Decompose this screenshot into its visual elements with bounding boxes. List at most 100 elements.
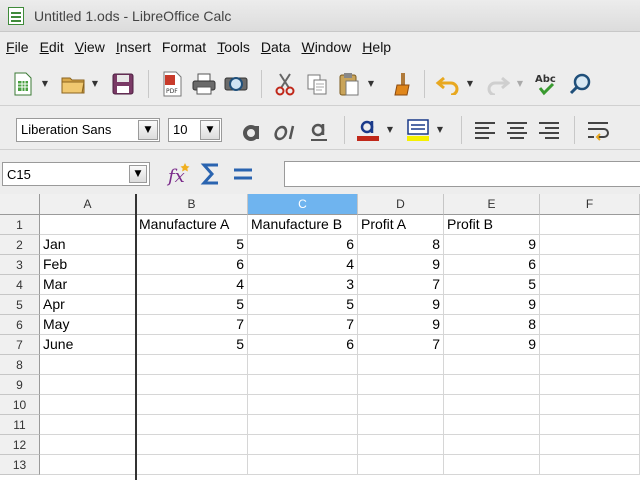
row-header-6[interactable]: 6 [0,315,40,335]
cell-b12[interactable] [136,435,248,455]
highlighting-button[interactable] [403,115,433,145]
cell-f1[interactable] [540,215,640,235]
cell-c13[interactable] [248,455,358,475]
cut-button[interactable] [270,69,300,99]
cell-f4[interactable] [540,275,640,295]
cell-a10[interactable] [40,395,136,415]
cell-c6[interactable]: 7 [248,315,358,335]
cell-e1[interactable]: Profit B [444,215,540,235]
export-pdf-button[interactable]: PDF [157,69,187,99]
row-header-4[interactable]: 4 [0,275,40,295]
cell-c7[interactable]: 6 [248,335,358,355]
align-left-button[interactable] [470,115,500,145]
cell-f7[interactable] [540,335,640,355]
menu-file[interactable]: File [6,39,29,55]
cell-d13[interactable] [358,455,444,475]
cell-f12[interactable] [540,435,640,455]
chevron-down-icon[interactable]: ▼ [138,119,158,140]
cell-e7[interactable]: 9 [444,335,540,355]
cell-a13[interactable] [40,455,136,475]
cell-e5[interactable]: 9 [444,295,540,315]
row-header-8[interactable]: 8 [0,355,40,375]
cell-c5[interactable]: 5 [248,295,358,315]
find-replace-button[interactable] [565,69,595,99]
cell-c4[interactable]: 3 [248,275,358,295]
cell-f3[interactable] [540,255,640,275]
menu-insert[interactable]: Insert [116,39,151,55]
wrap-text-button[interactable] [583,115,613,145]
cell-c10[interactable] [248,395,358,415]
cell-e8[interactable] [444,355,540,375]
redo-button[interactable] [483,69,513,99]
cell-e2[interactable]: 9 [444,235,540,255]
cell-b10[interactable] [136,395,248,415]
formula-button[interactable] [228,159,258,189]
italic-button[interactable] [268,115,302,145]
sum-button[interactable] [196,159,226,189]
undo-button[interactable] [433,69,463,99]
row-header-5[interactable]: 5 [0,295,40,315]
cell-e6[interactable]: 8 [444,315,540,335]
column-header-f[interactable]: F [540,194,640,215]
cell-e4[interactable]: 5 [444,275,540,295]
font-color-button[interactable] [353,115,383,145]
cell-c3[interactable]: 4 [248,255,358,275]
row-header-10[interactable]: 10 [0,395,40,415]
cell-a12[interactable] [40,435,136,455]
row-header-1[interactable]: 1 [0,215,40,235]
cell-f6[interactable] [540,315,640,335]
chevron-down-icon[interactable]: ▼ [200,119,220,140]
row-header-2[interactable]: 2 [0,235,40,255]
cell-c1[interactable]: Manufacture B [248,215,358,235]
cell-d11[interactable] [358,415,444,435]
select-all-corner[interactable] [0,194,40,215]
cell-a3[interactable]: Feb [40,255,136,275]
highlighting-dropdown-arrow[interactable]: ▼ [435,115,445,145]
paste-button[interactable] [334,69,364,99]
new-dropdown-arrow[interactable]: ▼ [40,69,50,99]
column-header-c[interactable]: C [248,194,358,215]
cell-a2[interactable]: Jan [40,235,136,255]
column-header-a[interactable]: A [40,194,136,215]
clone-formatting-button[interactable] [384,69,414,99]
chevron-down-icon[interactable]: ▼ [129,165,147,183]
cell-c8[interactable] [248,355,358,375]
bold-button[interactable] [234,115,268,145]
cell-d2[interactable]: 8 [358,235,444,255]
cell-d1[interactable]: Profit A [358,215,444,235]
cell-e3[interactable]: 6 [444,255,540,275]
column-header-b[interactable]: B [136,194,248,215]
cell-b8[interactable] [136,355,248,375]
redo-dropdown-arrow[interactable]: ▼ [515,69,525,99]
cell-b3[interactable]: 6 [136,255,248,275]
cell-a6[interactable]: May [40,315,136,335]
cell-a8[interactable] [40,355,136,375]
menu-help[interactable]: Help [362,39,391,55]
cell-d4[interactable]: 7 [358,275,444,295]
cell-f2[interactable] [540,235,640,255]
cell-f10[interactable] [540,395,640,415]
cell-e12[interactable] [444,435,540,455]
menu-window[interactable]: Window [301,39,351,55]
cell-b6[interactable]: 7 [136,315,248,335]
cell-c11[interactable] [248,415,358,435]
print-preview-button[interactable] [221,69,251,99]
row-header-9[interactable]: 9 [0,375,40,395]
cell-e13[interactable] [444,455,540,475]
align-right-button[interactable] [534,115,564,145]
formula-input-line[interactable] [284,161,640,187]
column-header-d[interactable]: D [358,194,444,215]
cell-b1[interactable]: Manufacture A [136,215,248,235]
cell-a9[interactable] [40,375,136,395]
spreadsheet-grid[interactable]: A B C D E F 1 Manufacture A Manufacture BP… [0,194,640,480]
open-dropdown-arrow[interactable]: ▼ [90,69,100,99]
font-name-combobox[interactable]: Liberation Sans ▼ [16,117,160,142]
menu-edit[interactable]: Edit [40,39,64,55]
cell-c9[interactable] [248,375,358,395]
cell-a5[interactable]: Apr [40,295,136,315]
name-box[interactable]: C15 ▼ [2,162,150,186]
cell-d8[interactable] [358,355,444,375]
cell-b9[interactable] [136,375,248,395]
menu-tools[interactable]: Tools [217,39,250,55]
cell-d12[interactable] [358,435,444,455]
